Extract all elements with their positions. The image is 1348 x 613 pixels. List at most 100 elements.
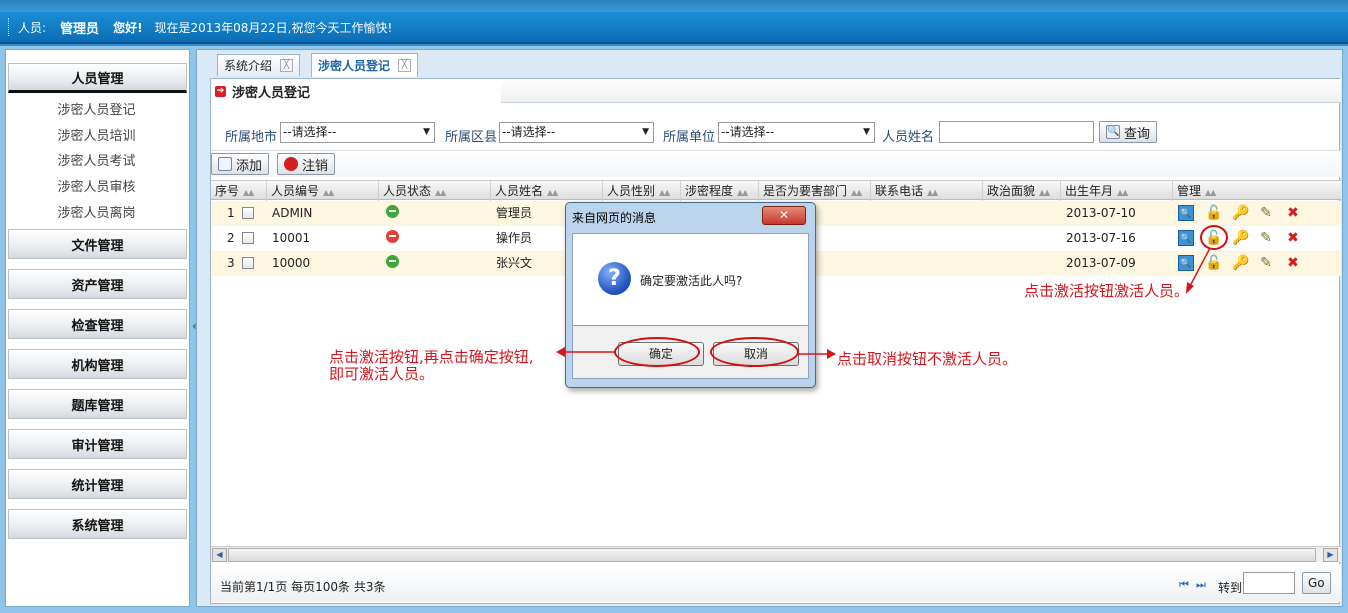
district-select[interactable]: --请选择-- ▼ xyxy=(499,122,654,143)
row-birth: 2013-07-16 xyxy=(1066,231,1136,245)
last-page-icon[interactable]: ⏭ xyxy=(1196,578,1206,592)
sidebar-group-assets[interactable]: 资产管理 xyxy=(8,269,187,299)
pager-info: 当前第1/1页 每页100条 共3条 xyxy=(220,580,386,594)
edit-icon[interactable]: ✎ xyxy=(1258,230,1274,246)
sort-icon: ▲▲ xyxy=(659,188,670,197)
dialog-close-button[interactable]: ✕ xyxy=(762,206,806,225)
sidebar-group-personnel[interactable]: 人员管理 xyxy=(8,63,187,93)
pager: 当前第1/1页 每页100条 共3条 ⏮ ⏭ 转到 Go xyxy=(211,564,1341,602)
sort-icon: ▲▲ xyxy=(547,188,558,197)
edit-icon[interactable]: ✎ xyxy=(1258,205,1274,221)
first-page-icon[interactable]: ⏮ xyxy=(1179,578,1189,592)
sort-icon: ▲▲ xyxy=(1205,188,1216,197)
sidebar-item-training[interactable]: 涉密人员培训 xyxy=(6,124,187,149)
scroll-left-icon[interactable]: ◀ xyxy=(212,548,227,562)
city-select[interactable]: --请选择-- ▼ xyxy=(280,122,435,143)
chevron-down-icon: ▼ xyxy=(423,127,430,137)
sort-icon: ▲▲ xyxy=(243,188,254,197)
search-button[interactable]: 🔍 查询 xyxy=(1099,121,1158,143)
delete-icon[interactable]: ✖ xyxy=(1285,255,1301,271)
toolbar: 添加 注销 xyxy=(211,150,1341,177)
header-user-name: 管理员 xyxy=(60,21,100,37)
sidebar-group-organization[interactable]: 机构管理 xyxy=(8,349,187,379)
column-header-politics[interactable]: 政治面貌 ▲▲ xyxy=(983,181,1061,201)
sidebar-group-files[interactable]: 文件管理 xyxy=(8,229,187,259)
activate-lock-icon[interactable]: 🔓 xyxy=(1205,205,1222,221)
unit-select[interactable]: --请选择-- ▼ xyxy=(718,122,875,143)
tab-close-icon[interactable]: ╳ xyxy=(280,59,294,72)
annotation-cancel-hint: 点击取消按钮不激活人员。 xyxy=(837,350,1018,368)
sidebar-group-question-bank[interactable]: 题库管理 xyxy=(8,389,187,419)
column-header-name[interactable]: 人员姓名 ▲▲ xyxy=(491,181,603,201)
tab-system-intro[interactable]: 系统介绍 ╳ xyxy=(217,54,301,76)
row-checkbox[interactable] xyxy=(242,257,254,269)
row-checkbox[interactable] xyxy=(242,207,254,219)
section-title-bar: ➔ 涉密人员登记 xyxy=(211,79,1341,103)
sidebar-item-register[interactable]: 涉密人员登记 xyxy=(6,98,187,123)
sidebar-group-audit[interactable]: 审计管理 xyxy=(8,429,187,459)
tab-close-icon[interactable]: ╳ xyxy=(398,59,412,72)
column-header-secrecy[interactable]: 涉密程度 ▲▲ xyxy=(681,181,759,201)
column-header-birth[interactable]: 出生年月 ▲▲ xyxy=(1061,181,1173,201)
key-icon[interactable]: 🔑 xyxy=(1232,230,1249,246)
column-header-phone[interactable]: 联系电话 ▲▲ xyxy=(871,181,983,201)
column-header-label: 是否为要害部门 xyxy=(763,184,848,198)
cancel-record-button[interactable]: 注销 xyxy=(277,153,336,175)
section-title-text: 涉密人员登记 xyxy=(232,85,311,101)
column-header-label: 人员状态 xyxy=(383,184,432,198)
sidebar-group-inspection[interactable]: 检查管理 xyxy=(8,309,187,339)
annotation-left-line2: 即可激活人员。 xyxy=(329,365,435,383)
column-header-index[interactable]: 序号 ▲▲ xyxy=(211,181,267,201)
annotation-circle-cancel xyxy=(710,337,799,367)
goto-page-input[interactable] xyxy=(1243,572,1295,594)
filter-row: 所属地市 --请选择-- ▼ 所属区县 --请选择-- ▼ 所属单位 --请选择… xyxy=(211,121,1341,145)
sidebar-group-statistics[interactable]: 统计管理 xyxy=(8,469,187,499)
header-user-label: 人员: xyxy=(18,20,47,35)
top-banner-strip xyxy=(0,0,1348,12)
city-select-value: --请选择-- xyxy=(283,125,337,139)
sidebar-group-label: 人员管理 xyxy=(71,71,124,87)
edit-icon[interactable]: ✎ xyxy=(1258,255,1274,271)
top-header-bar: 人员: 管理员 您好! 现在是2013年08月22日,祝您今天工作愉快! xyxy=(0,12,1348,44)
status-active-icon xyxy=(386,255,399,268)
scroll-right-icon[interactable]: ▶ xyxy=(1323,548,1338,562)
key-icon[interactable]: 🔑 xyxy=(1232,205,1249,221)
add-button-label: 添加 xyxy=(236,158,263,174)
scrollbar-thumb[interactable] xyxy=(228,548,1316,562)
sidebar-item-leave[interactable]: 涉密人员离岗 xyxy=(6,201,187,226)
district-select-value: --请选择-- xyxy=(502,125,556,139)
view-icon[interactable]: 🔍 xyxy=(1178,230,1194,246)
key-icon[interactable]: 🔑 xyxy=(1232,255,1249,271)
column-header-key-dept[interactable]: 是否为要害部门 ▲▲ xyxy=(759,181,871,201)
column-header-status[interactable]: 人员状态 ▲▲ xyxy=(379,181,491,201)
sort-icon: ▲▲ xyxy=(927,188,938,197)
add-button[interactable]: 添加 xyxy=(211,153,270,175)
view-icon[interactable]: 🔍 xyxy=(1178,205,1194,221)
column-header-code[interactable]: 人员编号 ▲▲ xyxy=(267,181,379,201)
sidebar-item-review[interactable]: 涉密人员审核 xyxy=(6,175,187,200)
cancel-record-icon xyxy=(284,157,298,171)
row-name: 管理员 xyxy=(496,206,533,220)
sort-icon: ▲▲ xyxy=(851,188,862,197)
sidebar: 人员管理 涉密人员登记 涉密人员培训 涉密人员考试 涉密人员审核 涉密人员离岗 … xyxy=(5,49,190,607)
column-header-label: 政治面貌 xyxy=(987,184,1036,198)
row-name: 操作员 xyxy=(496,231,533,245)
horizontal-scrollbar[interactable]: ◀ ▶ xyxy=(211,546,1341,562)
name-input[interactable] xyxy=(939,121,1094,143)
column-header-manage[interactable]: 管理 ▲▲ xyxy=(1173,181,1341,201)
name-label: 人员姓名 xyxy=(882,130,935,145)
row-checkbox[interactable] xyxy=(242,232,254,244)
row-name: 张兴文 xyxy=(496,256,533,270)
go-button[interactable]: Go xyxy=(1302,572,1331,594)
column-header-gender[interactable]: 人员性别 ▲▲ xyxy=(603,181,681,201)
sidebar-item-exam[interactable]: 涉密人员考试 xyxy=(6,149,187,174)
column-header-label: 人员性别 xyxy=(607,184,656,198)
sidebar-group-system[interactable]: 系统管理 xyxy=(8,509,187,539)
row-birth: 2013-07-10 xyxy=(1066,206,1136,220)
tab-personnel-register[interactable]: 涉密人员登记 ╳ xyxy=(311,53,419,77)
row-index: 3 xyxy=(227,256,235,270)
delete-icon[interactable]: ✖ xyxy=(1285,205,1301,221)
column-header-label: 联系电话 xyxy=(875,184,924,198)
tab-label: 涉密人员登记 xyxy=(318,59,391,73)
delete-icon[interactable]: ✖ xyxy=(1285,230,1301,246)
